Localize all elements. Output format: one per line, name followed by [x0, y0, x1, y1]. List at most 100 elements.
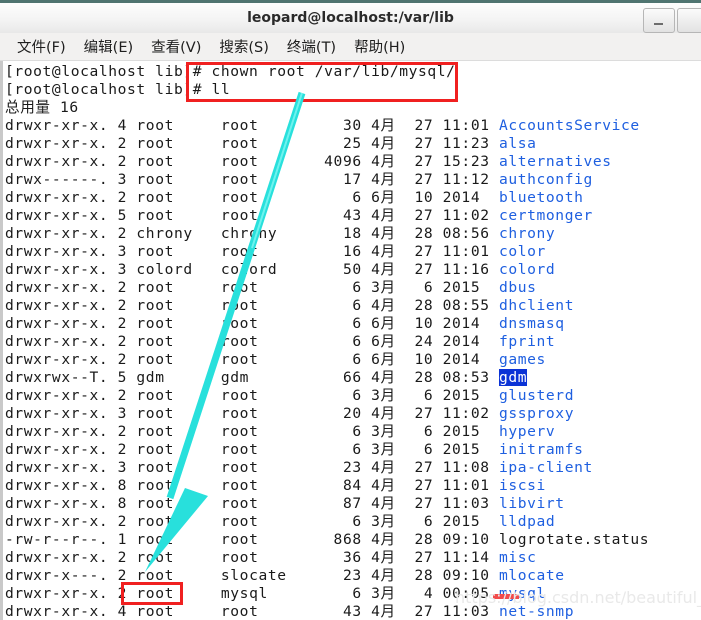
- row-permissions: drwxr-xr-x.: [5, 117, 109, 134]
- menu-view[interactable]: 查看(V): [142, 36, 210, 57]
- row-group: root: [220, 387, 315, 404]
- row-permissions: drwxr-xr-x.: [5, 279, 109, 296]
- row-permissions: -rw-r--r--.: [5, 531, 109, 548]
- row-links: 3: [117, 261, 128, 278]
- row-time: 00:05: [442, 585, 490, 602]
- scrollbar[interactable]: [0, 61, 3, 620]
- row-filename: certmonger: [498, 207, 593, 224]
- table-row: drwxr-xr-x. 5 root root 43 4月 27 11:02 c…: [5, 207, 593, 225]
- row-day: 27: [414, 459, 434, 476]
- table-row: drwx------. 3 root root 17 4月 27 11:12 a…: [5, 171, 593, 189]
- table-row: drwxr-xr-x. 2 root root 6 3月 6 2015 init…: [5, 441, 583, 459]
- row-filename: fprint: [498, 333, 556, 350]
- row-time: 2015: [442, 279, 490, 296]
- row-group: root: [220, 603, 315, 620]
- row-size: 6: [314, 387, 362, 404]
- menu-edit[interactable]: 编辑(E): [75, 36, 142, 57]
- row-month: 4月: [371, 495, 396, 512]
- table-row: drwxr-xr-x. 2 root root 6 6月 10 2014 dns…: [5, 315, 565, 333]
- table-row: drwxr-xr-x. 3 root root 20 4月 27 11:02 g…: [5, 405, 574, 423]
- row-group: root: [220, 459, 315, 476]
- row-permissions: drwxr-xr-x.: [5, 297, 109, 314]
- row-permissions: drwxr-xr-x.: [5, 315, 109, 332]
- row-links: 2: [117, 567, 128, 584]
- row-filename: dbus: [498, 279, 537, 296]
- row-owner: gdm: [136, 369, 221, 386]
- row-owner: root: [136, 315, 221, 332]
- row-size: 6: [314, 513, 362, 530]
- row-month: 6月: [371, 351, 396, 368]
- row-permissions: drwxr-xr-x.: [5, 585, 109, 602]
- menu-file[interactable]: 文件(F): [8, 36, 75, 57]
- row-filename: hyperv: [498, 423, 556, 440]
- minimize-icon: [654, 23, 663, 26]
- row-group: root: [220, 423, 315, 440]
- row-month: 3月: [371, 513, 396, 530]
- maximize-button[interactable]: [677, 8, 701, 33]
- row-filename: bluetooth: [498, 189, 584, 206]
- row-owner: root: [136, 441, 221, 458]
- row-owner: chrony: [136, 225, 221, 242]
- row-day: 28: [414, 567, 434, 584]
- row-group: slocate: [220, 567, 315, 584]
- row-size: 20: [314, 405, 362, 422]
- row-owner: root: [136, 387, 221, 404]
- row-time: 11:08: [442, 459, 490, 476]
- table-row: drwxr-xr-x. 2 root root 6 3月 6 2015 dbus: [5, 279, 537, 297]
- row-filename: logrotate.status: [498, 531, 650, 548]
- row-month: 3月: [371, 279, 396, 296]
- row-filename: color: [498, 243, 546, 260]
- row-month: 4月: [371, 549, 396, 566]
- table-row: drwxr-xr-x. 2 root root 36 4月 27 11:14 m…: [5, 549, 537, 567]
- row-filename: libvirt: [498, 495, 565, 512]
- row-size: 36: [314, 549, 362, 566]
- menu-bar: 文件(F) 编辑(E) 查看(V) 搜索(S) 终端(T) 帮助(H): [0, 33, 701, 61]
- row-size: 87: [314, 495, 362, 512]
- row-size: 50: [314, 261, 362, 278]
- row-group: root: [220, 297, 315, 314]
- row-owner: root: [136, 585, 221, 602]
- row-time: 08:56: [442, 225, 490, 242]
- row-filename: gdm: [498, 369, 528, 386]
- table-row: -rw-r--r--. 1 root root 868 4月 28 09:10 …: [5, 531, 649, 549]
- row-month: 6月: [371, 333, 396, 350]
- row-group: root: [220, 207, 315, 224]
- row-links: 8: [117, 495, 128, 512]
- minimize-button[interactable]: [643, 8, 675, 33]
- row-links: 3: [117, 243, 128, 260]
- row-owner: root: [136, 423, 221, 440]
- row-permissions: drwxr-xr-x.: [5, 225, 109, 242]
- row-size: 6: [314, 297, 362, 314]
- row-filename: lldpad: [498, 513, 556, 530]
- row-filename: colord: [498, 261, 556, 278]
- row-links: 3: [117, 405, 128, 422]
- terminal-output-area[interactable]: [root@localhost lib]# chown root /var/li…: [0, 61, 701, 620]
- row-size: 6: [314, 333, 362, 350]
- row-size: 868: [314, 531, 362, 548]
- menu-search[interactable]: 搜索(S): [210, 36, 278, 57]
- menu-terminal[interactable]: 终端(T): [278, 36, 345, 57]
- row-day: 6: [414, 513, 434, 530]
- row-day: 27: [414, 549, 434, 566]
- row-filename: ipa-client: [498, 459, 593, 476]
- table-row: drwxr-xr-x. 2 root root 6 3月 6 2015 hype…: [5, 423, 555, 441]
- row-owner: root: [136, 351, 221, 368]
- row-day: 28: [414, 531, 434, 548]
- row-links: 3: [117, 459, 128, 476]
- row-permissions: drwxr-xr-x.: [5, 261, 109, 278]
- row-filename: alternatives: [498, 153, 612, 170]
- row-size: 66: [314, 369, 362, 386]
- command-chown: chown root /var/lib/mysql/: [211, 63, 456, 80]
- row-group: root: [220, 477, 315, 494]
- table-row: drwxr-xr-x. 2 root root 6 3月 6 2015 glus…: [5, 387, 574, 405]
- row-permissions: drwxr-xr-x.: [5, 387, 109, 404]
- row-owner: root: [136, 603, 221, 620]
- row-day: 6: [414, 387, 434, 404]
- row-links: 2: [117, 549, 128, 566]
- row-owner: root: [136, 405, 221, 422]
- row-size: 6: [314, 351, 362, 368]
- row-size: 25: [314, 135, 362, 152]
- row-size: 6: [314, 189, 362, 206]
- row-size: 17: [314, 171, 362, 188]
- menu-help[interactable]: 帮助(H): [345, 36, 414, 57]
